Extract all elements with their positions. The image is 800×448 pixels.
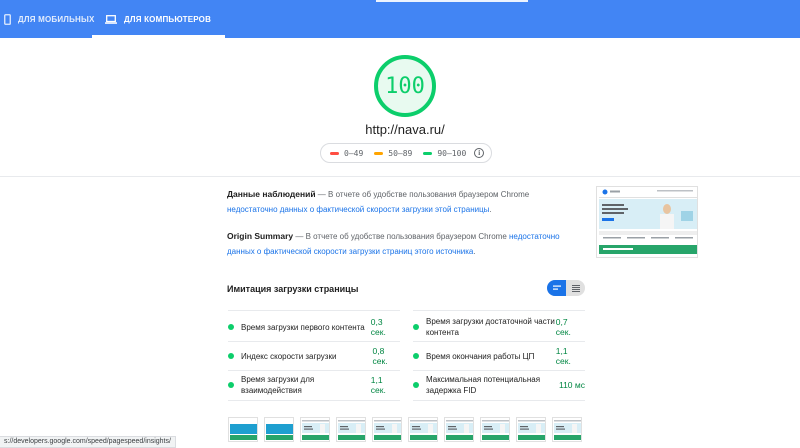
metric-label: Время загрузки достаточной части контент…	[426, 317, 555, 337]
legend-swatch-good	[423, 151, 433, 155]
metric-label: Время загрузки первого контента	[241, 322, 365, 332]
metrics-rule-left-1	[228, 341, 400, 342]
metric-label: Время окончания работы ЦП	[426, 351, 535, 361]
legend-swatch-average	[374, 151, 384, 155]
legend-swatch-poor	[330, 151, 339, 155]
metrics-top-rule-right	[413, 310, 585, 311]
tab-desktop-label: ДЛЯ КОМПЬЮТЕРОВ	[124, 14, 212, 24]
active-tab-indicator	[92, 35, 226, 38]
metric-label: Индекс скорости загрузки	[241, 351, 337, 361]
metric-value: 0,8 сек.	[372, 346, 388, 366]
phone-icon	[4, 13, 11, 25]
origin-summary-notice: Origin Summary — В отчете об удобстве по…	[227, 229, 567, 259]
metrics-rule-right-3	[413, 400, 585, 401]
tested-url: http://nava.ru/	[365, 122, 445, 137]
filmstrip-frame	[444, 417, 474, 442]
metric-value: 0,7 сек.	[555, 317, 571, 337]
metrics-top-rule-left	[228, 310, 400, 311]
metrics-rule-right-1	[413, 341, 585, 342]
tab-mobile[interactable]: ДЛЯ МОБИЛЬНЫХ	[4, 0, 95, 38]
laptop-icon	[105, 14, 117, 24]
performance-score-value: 100	[385, 73, 425, 99]
field-data-end: .	[489, 205, 492, 214]
metric-label: Максимальная потенциальная задержка FID	[426, 375, 541, 395]
field-data-link[interactable]: недостаточно данных о фактической скорос…	[227, 205, 489, 214]
metric-first-cpu-idle: Время окончания работы ЦП 1,1 сек.	[413, 342, 585, 370]
metric-value: 110 мс	[558, 380, 585, 390]
origin-summary-title: Origin Summary	[227, 231, 294, 241]
metric-time-to-interactive: Время загрузки для взаимодействия 1,1 се…	[228, 371, 400, 399]
filmstrip-frame	[300, 417, 330, 442]
filmstrip-frame	[372, 417, 402, 442]
lab-data-title: Имитация загрузки страницы	[227, 284, 359, 294]
metrics-view-toggle[interactable]	[547, 280, 585, 296]
legend-label-good: 90–100	[437, 148, 467, 158]
browser-status-bar: s://developers.google.com/speed/pagespee…	[0, 436, 176, 448]
metric-speed-index: Индекс скорости загрузки 0,8 сек.	[228, 342, 400, 370]
pass-indicator-icon	[228, 324, 234, 330]
performance-score-gauge: 100	[373, 54, 437, 118]
metric-value: 0,3 сек.	[370, 317, 386, 337]
filmstrip-frame	[336, 417, 366, 442]
field-data-text: — В отчете об удобстве пользования брауз…	[315, 190, 530, 199]
filmstrip-frame	[480, 417, 510, 442]
pass-indicator-icon	[413, 382, 419, 388]
origin-summary-text: — В отчете об удобстве пользования брауз…	[293, 232, 510, 241]
score-legend: 0–49 50–89 90–100 i	[320, 143, 492, 163]
report-tab-bar: ДЛЯ МОБИЛЬНЫХ ДЛЯ КОМПЬЮТЕРОВ	[0, 0, 800, 38]
pass-indicator-icon	[228, 382, 234, 388]
filmstrip-frame	[552, 417, 582, 442]
top-notch	[376, 0, 528, 2]
metric-label: Время загрузки для взаимодействия	[241, 375, 315, 395]
legend-item-poor: 0–49	[330, 149, 363, 158]
filmstrip-frame	[228, 417, 258, 442]
metrics-rule-right-2	[413, 370, 585, 371]
metrics-rule-left-2	[228, 370, 400, 371]
expanded-view-icon[interactable]	[566, 280, 585, 296]
tab-mobile-label: ДЛЯ МОБИЛЬНЫХ	[18, 14, 95, 24]
metric-first-contentful-paint: Время загрузки первого контента 0,3 сек.	[228, 313, 400, 341]
field-data-notice: Данные наблюдений — В отчете об удобстве…	[227, 187, 567, 217]
pass-indicator-icon	[228, 353, 234, 359]
section-divider	[0, 176, 800, 177]
legend-label-poor: 0–49	[344, 148, 364, 158]
metric-value: 1,1 сек.	[370, 375, 386, 395]
legend-item-average: 50–89	[374, 149, 412, 158]
filmstrip-frame	[264, 417, 294, 442]
metrics-rule-left-3	[228, 400, 400, 401]
legend-item-good: 90–100	[423, 149, 466, 158]
page-screenshot-thumbnail	[596, 186, 698, 258]
pass-indicator-icon	[413, 324, 419, 330]
metric-max-potential-fid: Максимальная потенциальная задержка FID …	[413, 371, 585, 399]
filmstrip-frame	[516, 417, 546, 442]
metric-first-meaningful-paint: Время загрузки достаточной части контент…	[413, 313, 585, 341]
info-icon[interactable]: i	[474, 148, 485, 158]
field-data-title: Данные наблюдений	[227, 189, 316, 199]
origin-summary-end: .	[473, 247, 476, 256]
pass-indicator-icon	[413, 353, 419, 359]
compact-view-icon[interactable]	[547, 280, 566, 296]
metric-value: 1,1 сек.	[555, 346, 571, 366]
filmstrip-frame	[408, 417, 438, 442]
legend-label-average: 50–89	[388, 148, 413, 158]
tab-desktop[interactable]: ДЛЯ КОМПЬЮТЕРОВ	[92, 0, 226, 38]
